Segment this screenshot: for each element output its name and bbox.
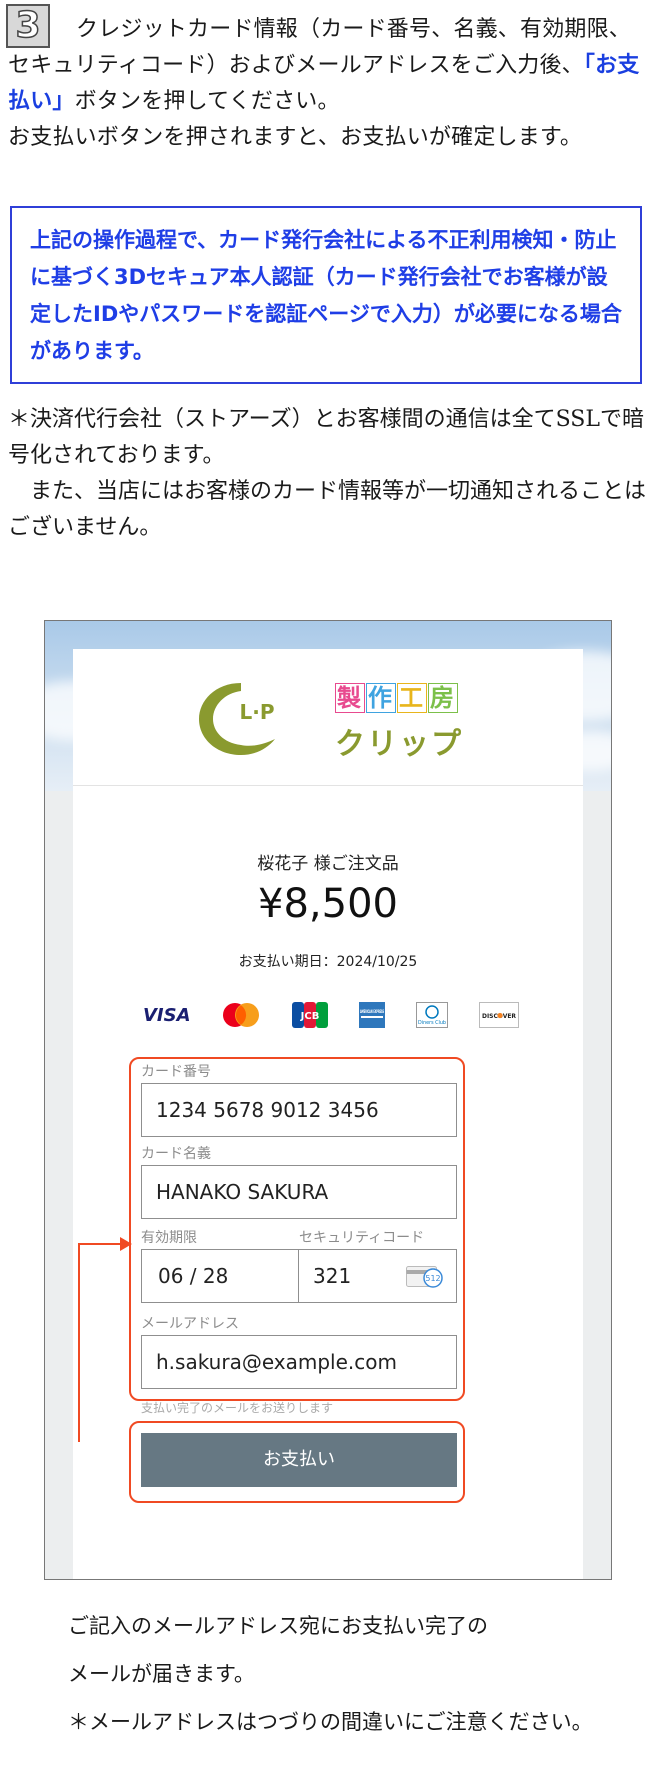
expiry-label: 有効期限: [141, 1230, 197, 1246]
card-number-input[interactable]: 1234 5678 9012 3456: [141, 1083, 457, 1137]
shop-logo: L·P 製作工房 クリップ: [73, 649, 583, 786]
logo-char: 房: [428, 683, 458, 713]
jcb-icon: JCB: [292, 1002, 329, 1028]
logo-title-top: 製作工房: [335, 683, 459, 713]
intro-line2: お支払いボタンを押されますと、お支払いが確定します。: [8, 125, 583, 150]
checkout-card: L·P 製作工房 クリップ 桜花子 様ご注文品 ¥8,500 お支払い期日：20…: [73, 649, 583, 1579]
card-brands: VISA JCB AMERICAN EXPRESS: [143, 995, 519, 1035]
logo-char: 製: [335, 683, 365, 713]
email-input[interactable]: h.sakura@example.com: [141, 1335, 457, 1389]
ssl-note-p1: ＊決済代行会社（ストアーズ）とお客様間の通信は全てSSLで暗号化されております。: [8, 407, 644, 468]
mastercard-icon: [221, 1003, 261, 1027]
email-label: メールアドレス: [141, 1316, 239, 1332]
logo-char: 作: [366, 683, 396, 713]
cvc-input[interactable]: 321 512: [298, 1249, 457, 1303]
arrow-connector: [78, 1243, 124, 1245]
intro-before: クレジットカード情報（カード番号、名義、有効期限、セキュリティコード）およびメー…: [8, 17, 632, 78]
email-note: ご記入のメールアドレス宛にお支払い完了の メールが届きます。 ＊メールアドレスは…: [68, 1602, 648, 1746]
amex-label: AMERICAN EXPRESS: [360, 1009, 384, 1015]
ssl-note: ＊決済代行会社（ストアーズ）とお客様間の通信は全てSSLで暗号化されております。…: [8, 402, 650, 546]
pay-button[interactable]: お支払い: [141, 1433, 457, 1487]
card-name-input[interactable]: HANAKO SAKURA: [141, 1165, 457, 1219]
email-note-line3: ＊メールアドレスはつづりの間違いにご注意ください。: [68, 1710, 593, 1734]
jcb-label: JCB: [300, 1011, 320, 1022]
visa-label: VISA: [143, 1004, 191, 1026]
payment-due-date: お支払い期日：2024/10/25: [238, 954, 418, 970]
expiry-value: 06 / 28: [158, 1264, 229, 1288]
email-helper-text: 支払い完了のメールをお送りします: [141, 1401, 334, 1415]
card-number-label: カード番号: [141, 1064, 211, 1080]
diners-label: Diners Club: [418, 1020, 446, 1026]
visa-icon: VISA: [143, 1003, 191, 1027]
cvc-card-icon: 512: [406, 1266, 443, 1288]
logo-letters: L·P: [240, 700, 275, 724]
arrow-head-icon: [120, 1237, 132, 1251]
secure-auth-notice-text: 上記の操作過程で、カード発行会社による不正利用検知・防止に基づく3Dセキュア本人…: [30, 228, 622, 363]
intro-text: クレジットカード情報（カード番号、名義、有効期限、セキュリティコード）およびメー…: [8, 12, 650, 156]
email-note-line1: ご記入のメールアドレス宛にお支払い完了の: [68, 1614, 488, 1638]
intro-after: ボタンを押してください。: [74, 89, 340, 114]
email-note-line2: メールが届きます。: [68, 1662, 255, 1686]
clip-logo-icon: L·P: [199, 683, 285, 755]
order-amount: ¥8,500: [258, 881, 398, 927]
diners-icon: Diners Club: [416, 1002, 449, 1028]
order-title: 桜花子 様ご注文品: [257, 854, 399, 874]
logo-char: 工: [397, 683, 427, 713]
arrow-connector-vertical: [78, 1244, 80, 1442]
amex-icon: AMERICAN EXPRESS: [359, 1002, 386, 1028]
expiry-input[interactable]: 06 / 28: [141, 1249, 299, 1303]
cvc-value: 321: [313, 1264, 352, 1288]
card-name-label: カード名義: [141, 1146, 211, 1162]
secure-auth-notice: 上記の操作過程で、カード発行会社による不正利用検知・防止に基づく3Dセキュア本人…: [10, 206, 642, 384]
cvc-icon-text: 512: [425, 1274, 440, 1283]
cvc-label: セキュリティコード: [299, 1230, 425, 1246]
discover-icon: DISCOVER: [478, 1002, 519, 1028]
logo-title-bottom: クリップ: [335, 727, 463, 762]
payment-page-screenshot: L·P 製作工房 クリップ 桜花子 様ご注文品 ¥8,500 お支払い期日：20…: [44, 620, 612, 1580]
ssl-note-p2: また、当店にはお客様のカード情報等が一切通知されることはございません。: [8, 479, 647, 540]
